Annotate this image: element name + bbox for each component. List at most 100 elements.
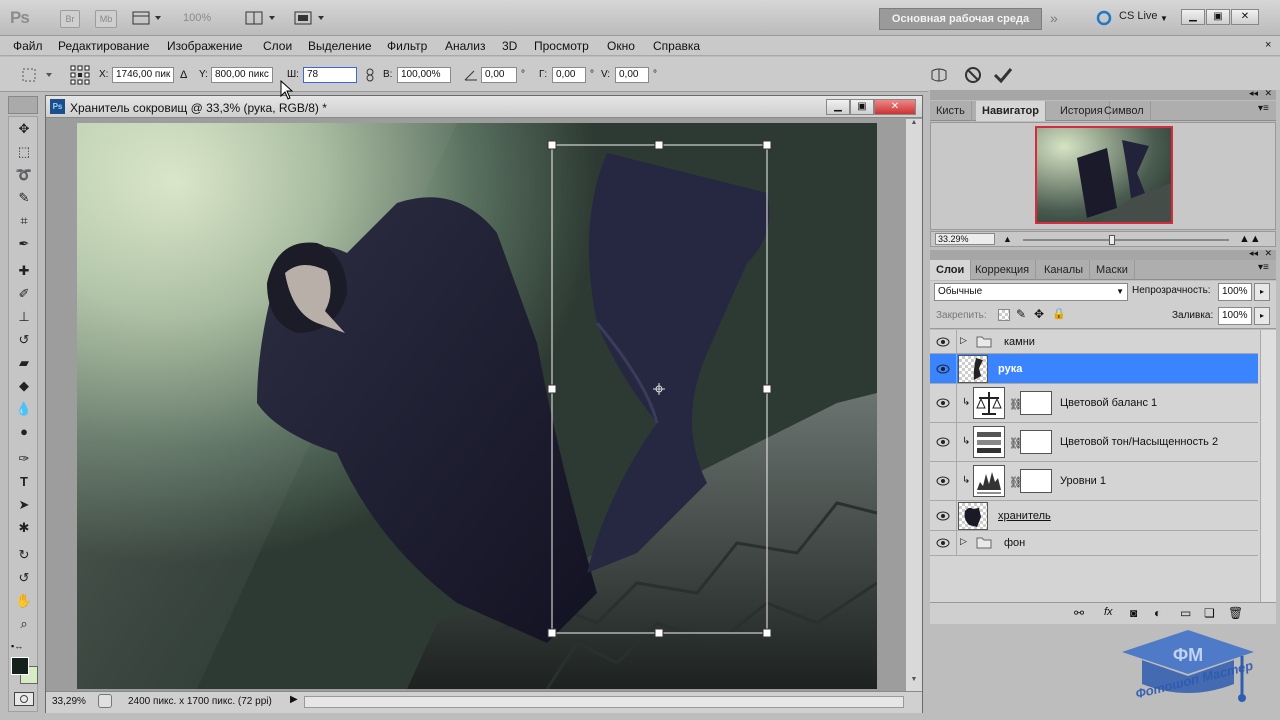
delete-layer-icon[interactable]: 🗑 [1228,606,1243,620]
layer-mask-thumbnail[interactable] [1020,469,1052,493]
navigator-zoom-field[interactable]: 33.29% [935,233,995,245]
menu-filter[interactable]: Фильтр [387,39,427,53]
zoom-level-dropdown[interactable]: 100% [183,12,211,24]
extras-dropdown[interactable] [131,9,163,27]
fill-slider-button[interactable]: ▸ [1254,307,1270,325]
tab-channels[interactable]: Каналы [1038,260,1091,280]
navigator-zoom-slider-thumb[interactable] [1108,235,1115,245]
doc-maximize-button[interactable]: ▣ [850,99,874,115]
minimize-button[interactable]: ▁ [1181,9,1205,25]
status-menu-icon[interactable] [98,694,112,708]
status-info-arrow-icon[interactable]: ▶ [290,694,298,705]
lock-transparent-icon[interactable] [998,309,1010,321]
more-workspaces-icon[interactable]: » [1050,10,1058,26]
visibility-eye-icon[interactable] [936,511,950,521]
tab-layers[interactable]: Слои [930,260,972,280]
lock-position-icon[interactable]: ✥ [1034,307,1044,321]
navigator-panel-header[interactable]: ◂◂ ✕ [930,88,1276,100]
hand-tool-icon[interactable]: ✋ [13,591,35,611]
tab-character[interactable]: Символ [1098,101,1151,121]
visibility-eye-icon[interactable] [936,364,950,374]
lock-all-icon[interactable]: 🔒 [1052,307,1066,320]
pen-tool-icon[interactable]: ✑ [13,449,35,469]
menu-select[interactable]: Выделение [308,39,372,53]
close-button[interactable]: ✕ [1231,9,1259,25]
expand-group-icon[interactable]: ▷ [960,536,967,547]
visibility-eye-icon[interactable] [936,398,950,408]
cs-live-menu[interactable]: CS Live [1119,10,1158,22]
tab-navigator[interactable]: Навигатор [976,101,1046,121]
eraser-tool-icon[interactable]: ▰ [13,353,35,373]
tab-brush[interactable]: Кисть [930,101,972,121]
vertical-scrollbar[interactable]: ▲ [906,119,922,691]
zoom-out-mountain-icon[interactable]: ▲ [1003,234,1012,244]
doc-minimize-button[interactable]: ▁ [826,99,850,115]
layer-mask-thumbnail[interactable] [1020,391,1052,415]
navigator-zoom-slider-track[interactable] [1023,239,1229,241]
layer-row-kamni[interactable]: ▷ камни [930,330,1258,354]
layer-row-fon[interactable]: ▷ фон [930,531,1258,556]
lock-pixels-icon[interactable]: ✎ [1016,307,1026,321]
visibility-eye-icon[interactable] [936,538,950,548]
width-field[interactable]: 78 [303,67,357,83]
link-icon[interactable] [364,68,376,82]
zoom-tool-icon[interactable]: ⌕ [13,614,35,634]
new-group-icon[interactable]: ▭ [1180,606,1191,620]
document-title-bar[interactable]: Ps Хранитель сокровищ @ 33,3% (рука, RGB… [46,96,922,118]
menu-image[interactable]: Изображение [167,39,243,53]
scroll-down-arrow[interactable]: ▼ [906,676,922,690]
navigator-thumbnail[interactable] [1035,126,1173,224]
x-position-field[interactable]: 1746,00 пик [112,67,174,83]
layer-style-icon[interactable]: fx [1104,606,1113,618]
warp-mode-icon[interactable] [930,66,948,84]
horizontal-scrollbar[interactable] [304,696,904,708]
menu-layers[interactable]: Слои [263,39,292,53]
3d-rotate-tool-icon[interactable]: ↻ [13,545,35,565]
layers-scrollbar[interactable] [1260,330,1276,602]
screen-mode-dropdown[interactable] [293,9,327,27]
maximize-button[interactable]: ▣ [1206,9,1230,25]
visibility-eye-icon[interactable] [936,437,950,447]
path-selection-tool-icon[interactable]: ➤ [13,495,35,515]
dodge-tool-icon[interactable]: ● [13,422,35,442]
brush-tool-icon[interactable]: ✐ [13,284,35,304]
new-adjustment-layer-icon[interactable]: ◐ [1154,606,1161,620]
navigator-panel-menu-icon[interactable]: ▾≡ [1258,103,1269,114]
healing-brush-tool-icon[interactable]: ✚ [13,261,35,281]
fill-field[interactable]: 100% [1218,307,1252,325]
zoom-in-mountain-icon[interactable]: ▲▲ [1239,233,1261,245]
new-layer-icon[interactable]: ❏ [1204,606,1215,620]
move-tool-icon[interactable]: ✥ [13,119,35,139]
layer-row-hue-saturation[interactable]: ↳ ⛓ Цветовой тон/Насыщенность 2 [930,423,1258,462]
visibility-eye-icon[interactable] [936,337,950,347]
blend-mode-select[interactable]: Обычные ▼ [934,283,1128,301]
tab-masks[interactable]: Маски [1090,260,1135,280]
blur-tool-icon[interactable]: 💧 [13,399,35,419]
toolbar-header[interactable] [8,96,38,114]
clone-stamp-tool-icon[interactable]: ⊥ [13,307,35,327]
opacity-slider-button[interactable]: ▸ [1254,283,1270,301]
y-position-field[interactable]: 800,00 пикс [211,67,273,83]
shape-tool-icon[interactable]: ✱ [13,518,35,538]
layer-mask-thumbnail[interactable] [1020,430,1052,454]
arrange-documents-dropdown[interactable] [244,9,278,27]
add-mask-icon[interactable]: ◙ [1130,606,1137,620]
workspace-button[interactable]: Основная рабочая среда [879,8,1042,30]
default-colors-icon[interactable]: ▪↔ [11,641,23,651]
layer-row-khranitel[interactable]: хранитель [930,501,1258,531]
relative-position-icon[interactable]: Δ [180,69,187,81]
mini-bridge-button[interactable]: Mb [95,10,117,28]
layers-panel-header[interactable]: ◂◂ ✕ [930,248,1276,260]
menu-analysis[interactable]: Анализ [445,39,486,53]
horizontal-skew-field[interactable]: 0,00 [552,67,586,83]
status-zoom-field[interactable]: 33,29% [52,696,86,707]
image-canvas[interactable] [77,123,877,689]
menu-file[interactable]: Файл [13,39,43,53]
layers-panel-menu-icon[interactable]: ▾≡ [1258,262,1269,273]
layer-row-ruka[interactable]: рука [930,354,1258,384]
tool-preset-picker[interactable] [20,66,58,84]
menu-view[interactable]: Просмотр [534,39,589,53]
type-tool-icon[interactable]: T [13,472,35,492]
lasso-tool-icon[interactable]: ➰ [13,165,35,185]
doc-close-button[interactable]: ✕ [874,99,916,115]
